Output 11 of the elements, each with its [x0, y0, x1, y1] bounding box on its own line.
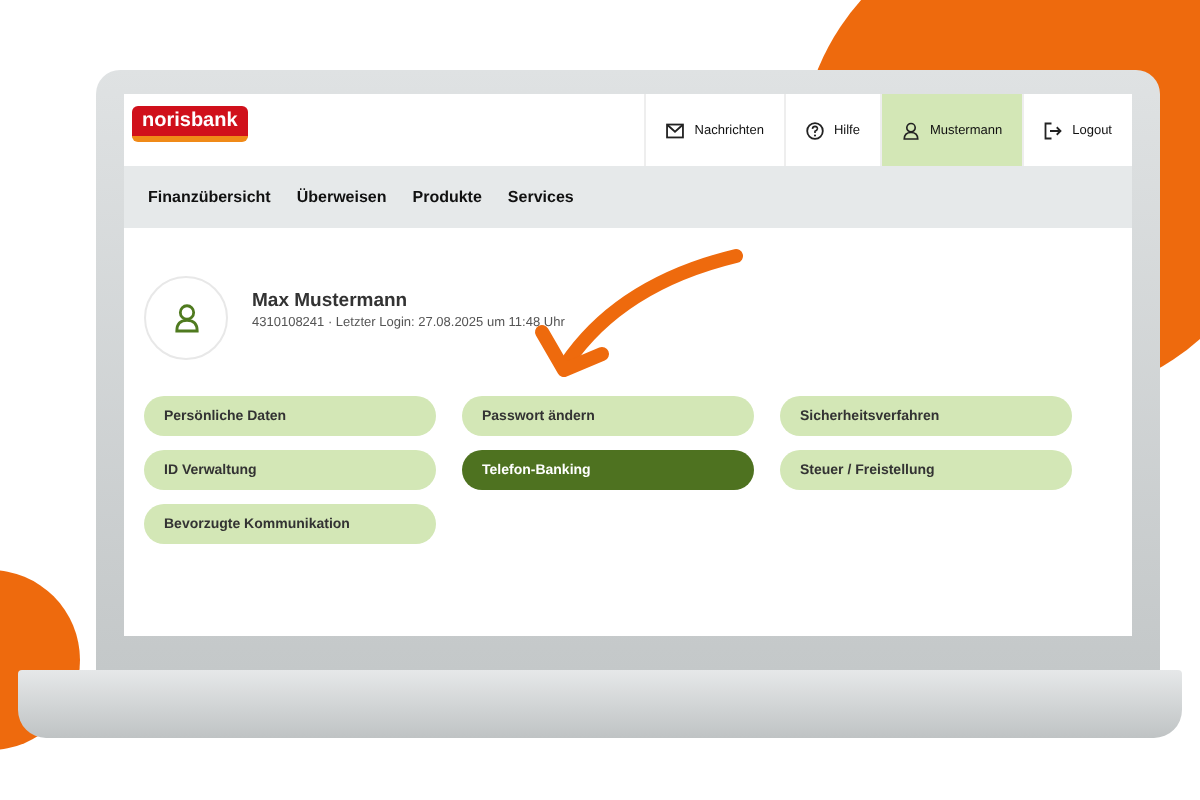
nav-link[interactable]: Services	[507, 188, 574, 206]
logo[interactable]: norisbank	[132, 106, 248, 142]
nav-link[interactable]: Finanzübersicht	[148, 188, 271, 206]
nav-link[interactable]: Überweisen	[296, 188, 387, 206]
user-icon	[173, 302, 199, 334]
logout-icon	[1044, 121, 1063, 139]
nav-link[interactable]: Produkte	[412, 188, 482, 206]
mail-icon	[666, 121, 685, 139]
user-icon	[901, 121, 920, 139]
help-icon	[805, 121, 824, 139]
user-name: Max Mustermann	[252, 290, 410, 312]
